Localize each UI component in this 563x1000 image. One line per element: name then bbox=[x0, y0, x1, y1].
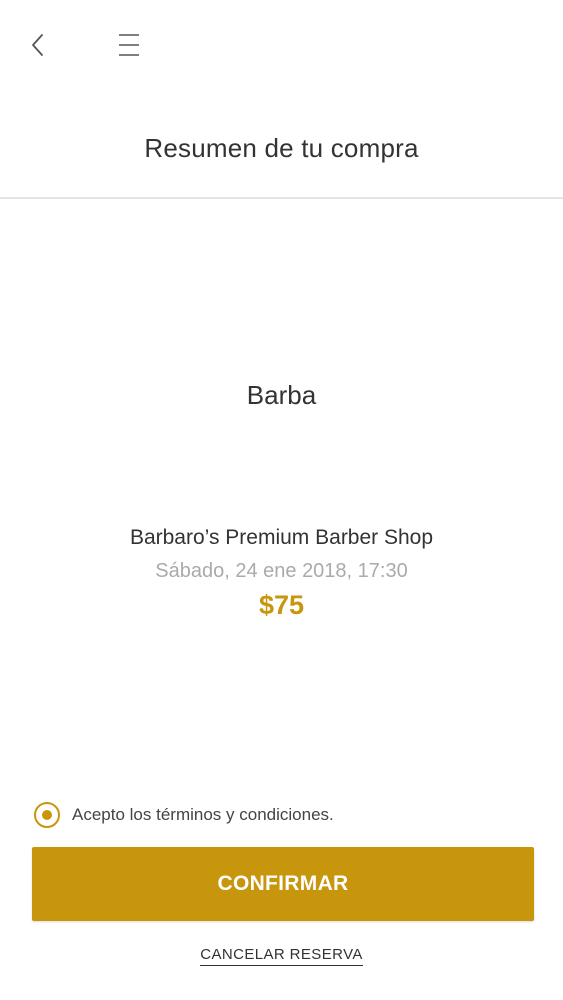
purchase-summary-screen: Resumen de tu compra Barba Barbaro’s Pre… bbox=[0, 0, 563, 1000]
shop-name: Barbaro’s Premium Barber Shop bbox=[129, 526, 434, 549]
terms-radio[interactable] bbox=[34, 802, 60, 828]
cancel-reservation-link-wrapper: CANCELAR RESERVA bbox=[0, 946, 563, 966]
service-name: Barba bbox=[246, 380, 317, 410]
terms-checkbox[interactable]: Acepto los términos y condiciones. bbox=[34, 800, 334, 830]
price: $75 bbox=[258, 590, 305, 620]
booking-datetime: Sábado, 24 ene 2018, 17:30 bbox=[155, 560, 408, 582]
top-bar bbox=[0, 0, 563, 90]
back-button[interactable] bbox=[24, 30, 54, 60]
radio-selected-dot bbox=[42, 810, 52, 820]
page-title: Resumen de tu compra bbox=[144, 133, 419, 163]
chevron-left-icon bbox=[32, 34, 43, 56]
menu-button[interactable] bbox=[114, 30, 144, 60]
cancel-reservation-link[interactable]: CANCELAR RESERVA bbox=[200, 946, 363, 966]
header-divider bbox=[0, 197, 563, 199]
terms-label: Acepto los términos y condiciones. bbox=[72, 805, 334, 824]
confirm-button[interactable]: CONFIRMAR bbox=[32, 847, 534, 921]
hamburger-menu-icon bbox=[119, 34, 139, 56]
